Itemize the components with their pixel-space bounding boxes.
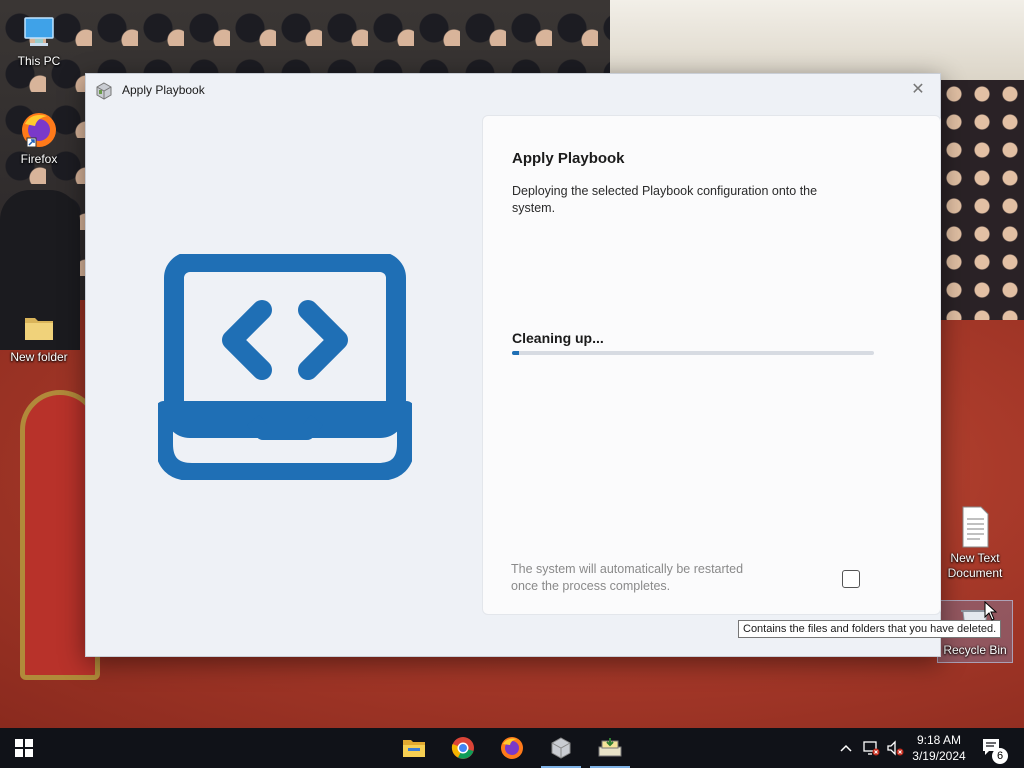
network-disconnected-icon: [863, 741, 880, 756]
desktop-icon-label: This PC: [17, 54, 61, 68]
close-icon: ✕: [911, 81, 925, 98]
folder-icon: [403, 740, 425, 757]
clock[interactable]: 9:18 AM 3/19/2024: [904, 732, 974, 764]
chrome-icon: [451, 737, 474, 759]
wallpaper-crowd-right: [940, 80, 1024, 320]
tooltip: Contains the files and folders that you …: [738, 620, 1002, 638]
chevron-up-icon: [840, 744, 852, 752]
progress-bar-fill: [512, 351, 520, 355]
firefox-icon: [501, 737, 523, 759]
desktop-icon-label: New folder: [10, 350, 68, 364]
taskbar-chrome[interactable]: [439, 728, 487, 768]
progress-bar: [512, 351, 874, 355]
status-text: Cleaning up...: [512, 330, 604, 346]
apply-playbook-window: Apply Playbook ✕ Apply Playbook Deployin…: [85, 73, 941, 657]
laptop-code-icon: [158, 254, 412, 480]
volume-button[interactable]: [885, 738, 905, 758]
text-document-icon: [962, 506, 989, 548]
restart-note: The system will automatically be restart…: [511, 562, 744, 593]
show-hidden-icons-button[interactable]: [836, 738, 856, 758]
clock-date: 3/19/2024: [912, 749, 966, 763]
notification-count-badge: 6: [992, 748, 1008, 764]
taskbar: 9:18 AM 3/19/2024: [0, 728, 1024, 768]
taskbar-installer[interactable]: [586, 728, 634, 768]
mouse-cursor-icon: [984, 601, 998, 621]
windows-start-icon: [15, 739, 33, 757]
installer-icon: [598, 738, 622, 757]
taskbar-file-explorer[interactable]: [390, 728, 438, 768]
clock-time: 9:18 AM: [916, 733, 962, 747]
progress-card: Apply Playbook Deploying the selected Pl…: [482, 115, 941, 615]
computer-icon: [24, 17, 54, 46]
folder-icon: [25, 318, 53, 340]
cube-app-icon: [96, 82, 112, 100]
taskbar-firefox[interactable]: [488, 728, 536, 768]
volume-muted-icon: [887, 740, 904, 756]
window-titlebar[interactable]: Apply Playbook ✕: [86, 74, 940, 106]
cube-app-icon: [551, 737, 571, 759]
desktop-icon-this-pc[interactable]: This PC: [1, 12, 77, 69]
desktop-icon-new-text-document[interactable]: New Text Document: [937, 505, 1013, 581]
desktop-icon-label: Recycle Bin: [943, 643, 1007, 657]
desktop-icon-label: Firefox: [20, 152, 58, 166]
start-button[interactable]: [0, 728, 48, 768]
desktop-icon-new-folder[interactable]: New folder: [1, 308, 77, 365]
taskbar-playbook-app[interactable]: [537, 728, 585, 768]
close-button[interactable]: ✕: [896, 74, 940, 104]
network-button[interactable]: [861, 738, 881, 758]
desktop-icon-label: New Text Document: [947, 551, 1003, 580]
card-description: Deploying the selected Playbook configur…: [512, 184, 818, 215]
card-heading: Apply Playbook: [512, 150, 625, 167]
window-title: Apply Playbook: [122, 83, 205, 97]
desktop-icon-firefox[interactable]: Firefox: [1, 110, 77, 167]
firefox-icon: [22, 113, 56, 148]
restart-checkbox[interactable]: [842, 570, 860, 588]
